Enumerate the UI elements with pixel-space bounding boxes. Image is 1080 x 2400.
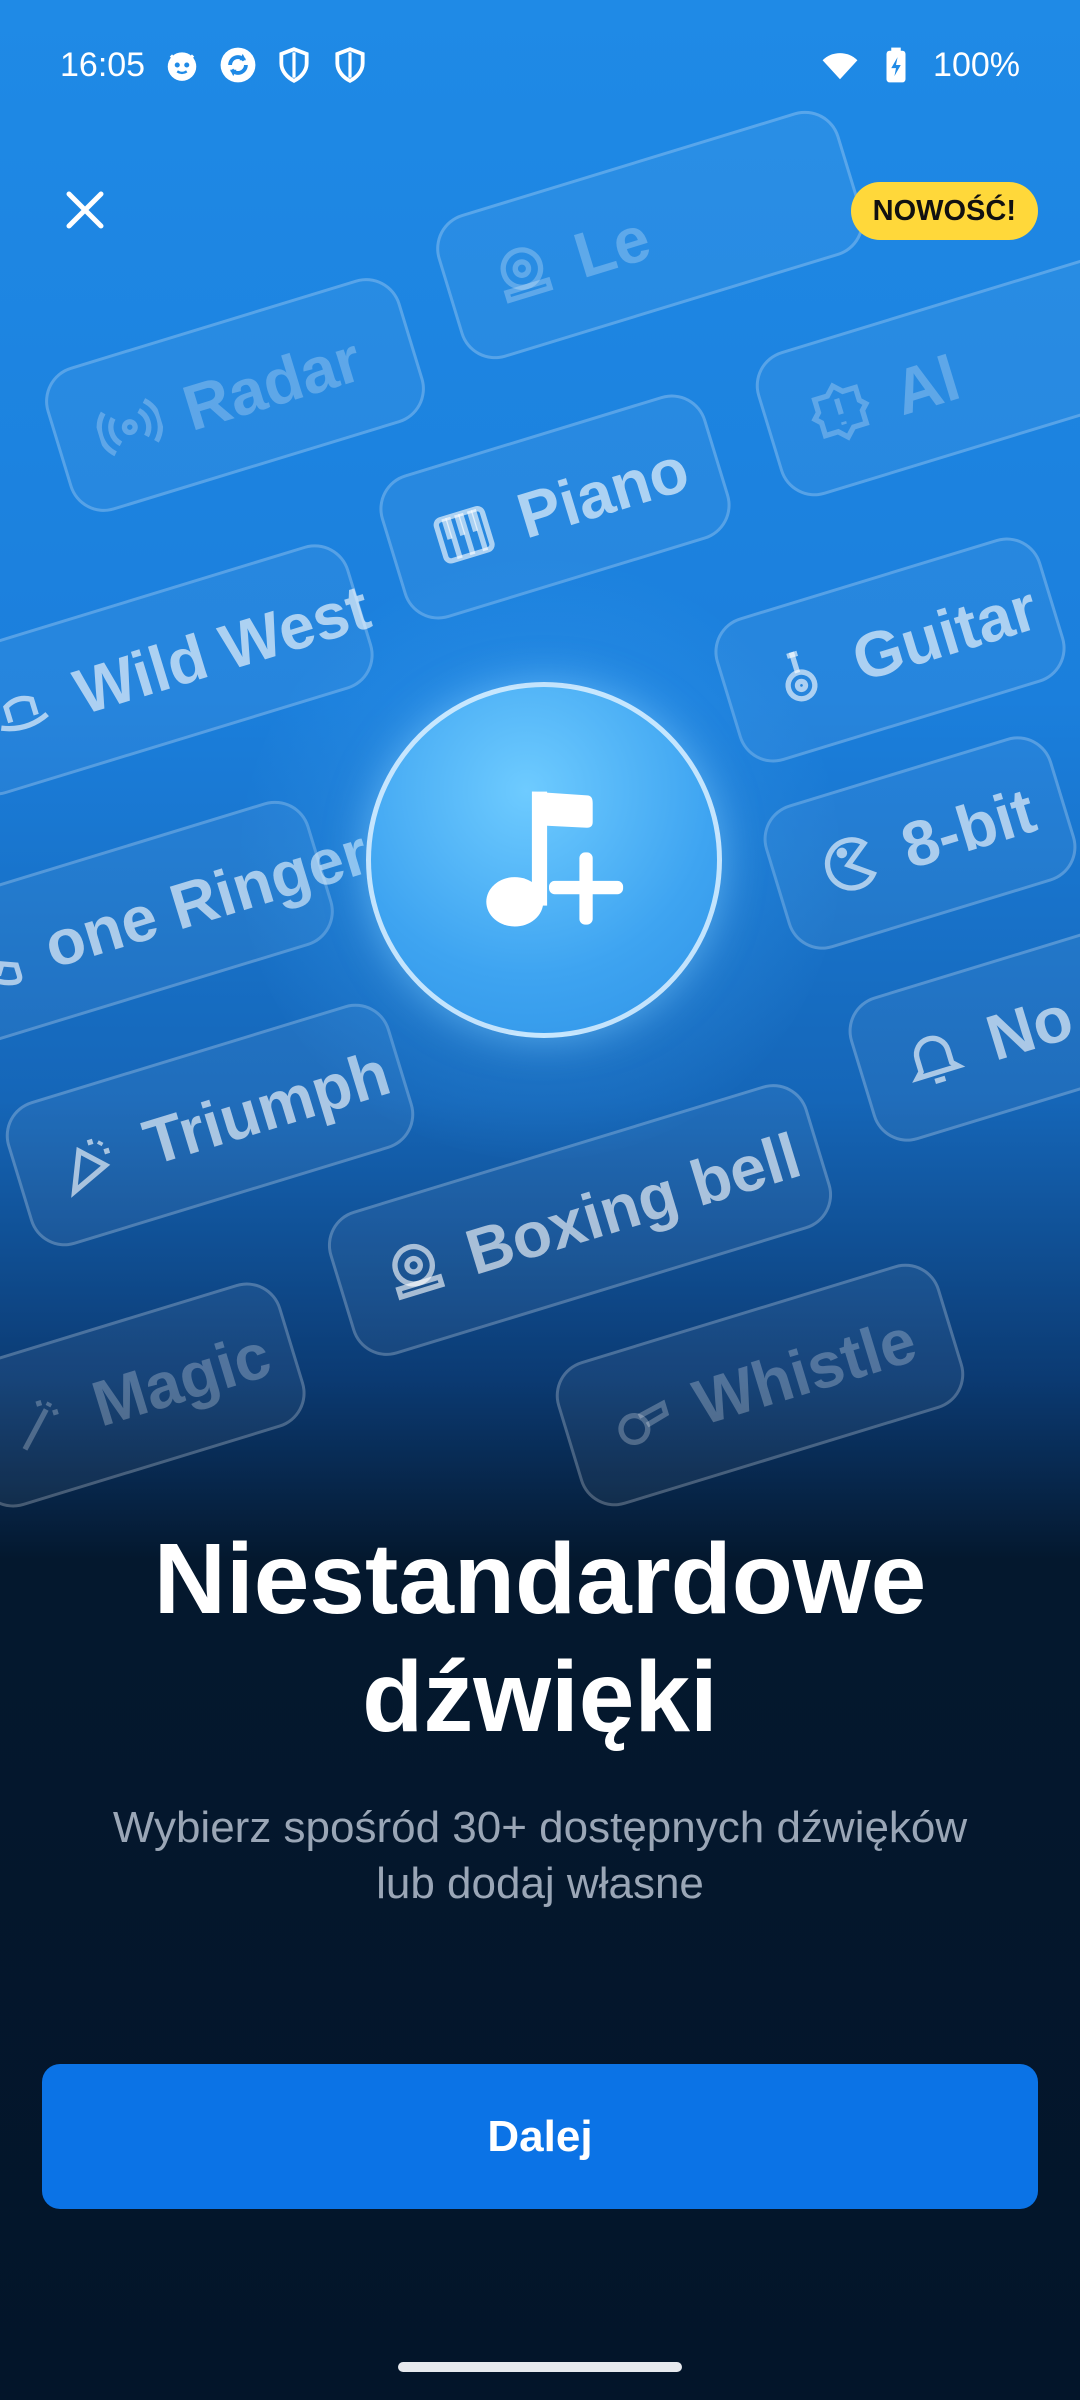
- page-title-line1: Niestandardowe: [153, 1523, 927, 1635]
- page-subtitle-line1: Wybierz spośród 30+ dostępnych dźwięków: [112, 1803, 968, 1852]
- sound-pill-label: 8-bit: [893, 774, 1044, 883]
- sound-pill-label: Whistle: [685, 1303, 925, 1440]
- status-time: 16:05: [60, 45, 146, 84]
- status-right: 100%: [821, 46, 1020, 85]
- magic-icon: [0, 1383, 79, 1463]
- boxing-bell-icon: [373, 1231, 453, 1311]
- cat-face-icon: [163, 46, 201, 84]
- page-subtitle: Wybierz spośród 30+ dostępnych dźwięków …: [60, 1800, 1020, 1912]
- sync-icon: [219, 46, 257, 84]
- sound-pill-label: Guitar: [844, 571, 1046, 696]
- page-title-line2: dźwięki: [362, 1641, 718, 1753]
- phone-icon: [0, 925, 31, 1005]
- bell-icon: [893, 1017, 973, 1097]
- close-icon: [66, 191, 104, 229]
- wifi-icon: [821, 46, 859, 84]
- sound-pill-le: Le: [427, 101, 873, 369]
- sound-pill-alert: Al: [746, 244, 1080, 506]
- sound-pill-label: Al: [885, 341, 968, 430]
- boxing-bell-icon: [481, 235, 561, 315]
- status-bar: 16:05 100%: [0, 0, 1080, 130]
- sound-pill-label: Magic: [84, 1318, 279, 1441]
- sound-pill-label: Le: [565, 201, 659, 292]
- hero-icon-circle: [366, 682, 722, 1038]
- music-note-plus-icon: [486, 791, 624, 927]
- shield-icon: [275, 46, 313, 84]
- alert-icon: [801, 372, 881, 452]
- sound-pill-label: Radar: [174, 322, 370, 445]
- page-subtitle-line2: lub dodaj własne: [376, 1859, 704, 1908]
- sound-pill-label: No: [978, 980, 1080, 1075]
- sound-pill-notification: No: [839, 919, 1080, 1151]
- whistle-icon: [601, 1382, 681, 1462]
- status-left: 16:05: [60, 46, 369, 85]
- sound-pill-magic: Magic: [0, 1273, 315, 1517]
- sound-pill-radar: Radar: [36, 269, 434, 521]
- new-badge: NOWOŚĆ!: [850, 182, 1038, 240]
- shield-icon: [331, 46, 369, 84]
- page-title: Niestandardowe dźwięki: [0, 1520, 1080, 1756]
- wild-west-icon: [0, 671, 61, 751]
- battery-percent: 100%: [933, 45, 1020, 84]
- battery-charging-icon: [877, 46, 915, 84]
- radar-icon: [90, 387, 170, 467]
- next-button[interactable]: Dalej: [42, 2064, 1038, 2209]
- close-button[interactable]: [50, 175, 120, 245]
- sound-pill-whistle: Whistle: [546, 1254, 974, 1516]
- party-icon: [51, 1122, 131, 1202]
- home-indicator[interactable]: [398, 2362, 682, 2372]
- sound-pill-label: Piano: [509, 432, 697, 553]
